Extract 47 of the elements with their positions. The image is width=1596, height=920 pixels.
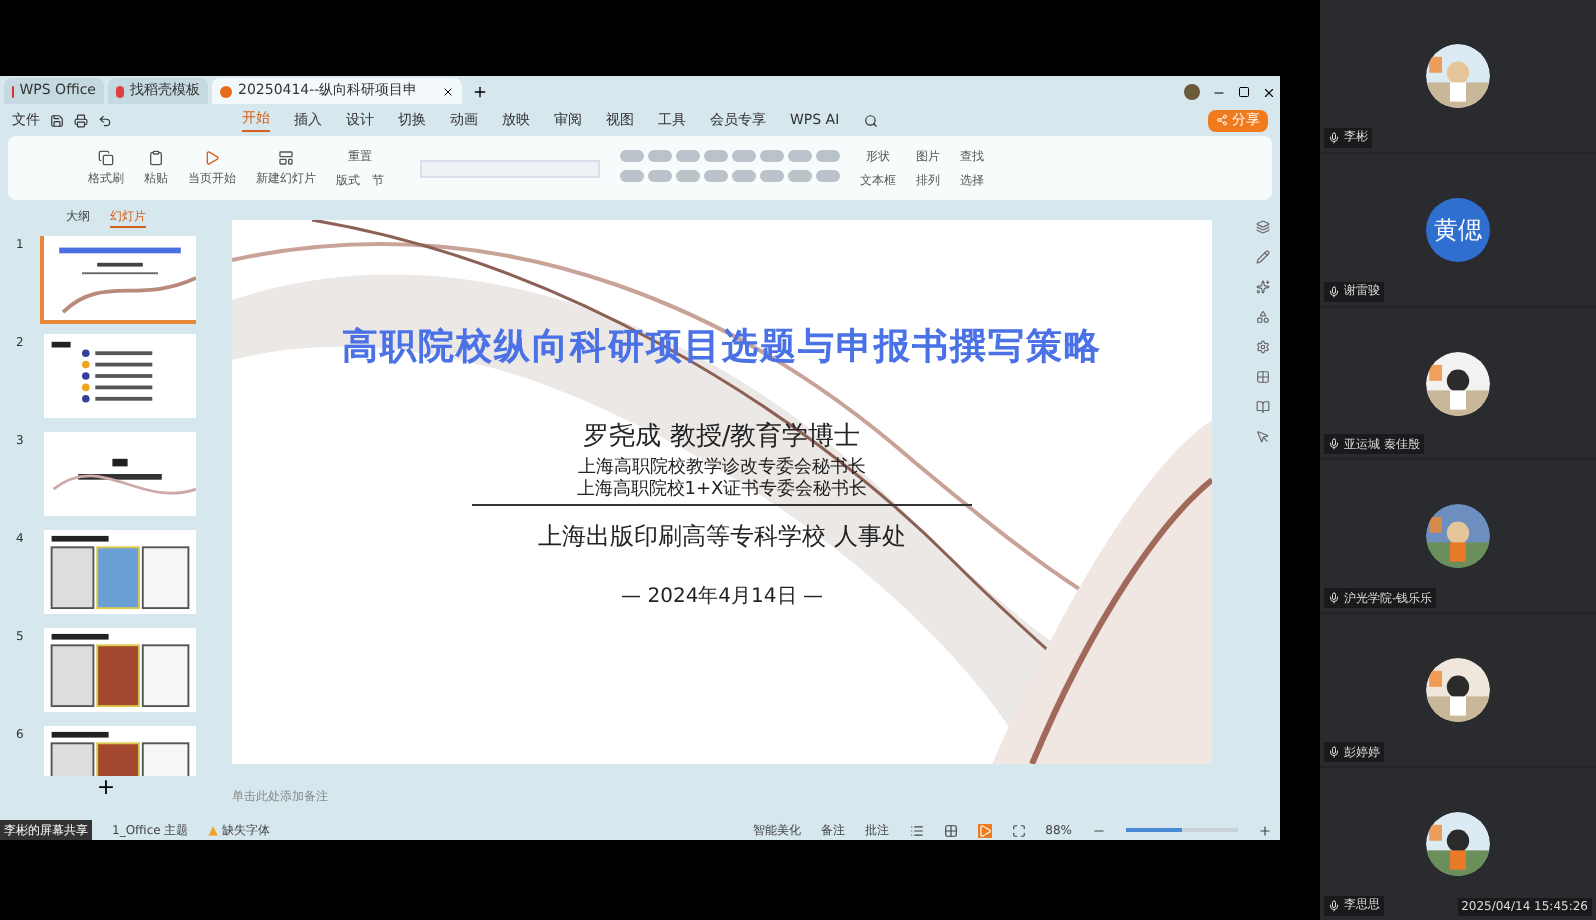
fit-icon[interactable]: [1011, 823, 1026, 837]
search-icon[interactable]: [863, 113, 878, 127]
avatar: 黄偲: [1426, 197, 1490, 262]
grid-view-icon[interactable]: [943, 823, 958, 837]
mic-icon: [1328, 131, 1340, 144]
add-slide-button[interactable]: +: [96, 776, 116, 798]
side-tool-icon[interactable]: [1255, 220, 1269, 234]
side-tool-icon[interactable]: [1255, 400, 1269, 414]
slide-thumbnail[interactable]: [44, 432, 196, 516]
slide-date: — 2024年4月14日 —: [621, 583, 823, 611]
normal-view-icon[interactable]: [909, 823, 924, 837]
new-tab-icon[interactable]: [472, 84, 488, 100]
mic-icon: [1328, 438, 1340, 451]
side-tool-icon[interactable]: [1255, 340, 1269, 354]
side-tool-icon[interactable]: [1255, 280, 1269, 294]
play-icon[interactable]: [977, 823, 992, 837]
author-role: 上海高职院校教学诊改专委会秘书长: [578, 457, 866, 478]
side-tool-icon[interactable]: [1255, 250, 1269, 264]
mic-icon: [1328, 899, 1340, 912]
mic-icon: [1328, 746, 1340, 759]
share-icon: [1216, 114, 1228, 126]
zoom-in-icon[interactable]: [1258, 823, 1272, 837]
mic-icon: [1328, 592, 1340, 605]
save-icon[interactable]: [50, 113, 64, 127]
play-icon: [204, 149, 220, 165]
slide-thumbnail[interactable]: [44, 628, 196, 712]
print-icon[interactable]: [74, 113, 88, 127]
template-icon: [116, 85, 124, 97]
layout-icon: [278, 149, 294, 165]
slide-thumbnail[interactable]: [44, 334, 196, 418]
author-role: 上海高职院校1+X证书专委会秘书长: [576, 479, 868, 501]
clipboard-icon: [148, 149, 164, 165]
side-tool-icon[interactable]: [1255, 430, 1269, 444]
close-icon[interactable]: [1262, 85, 1276, 99]
maximize-icon[interactable]: [1238, 86, 1250, 98]
presentation-icon: [220, 85, 232, 97]
slide-thumbnail[interactable]: [44, 236, 196, 320]
mic-icon: [1328, 285, 1340, 298]
avatar-icon: [1184, 84, 1200, 100]
organization: 上海出版印刷高等专科学校 人事处: [538, 519, 906, 553]
close-icon[interactable]: [442, 85, 454, 97]
slide-thumbnail[interactable]: [44, 530, 196, 614]
side-tool-icon[interactable]: [1255, 370, 1269, 384]
copy-icon: [98, 149, 114, 165]
author-name: 罗尧成 教授/教育学博士: [583, 419, 861, 456]
side-tool-icon[interactable]: [1255, 310, 1269, 324]
undo-icon[interactable]: [98, 113, 112, 127]
